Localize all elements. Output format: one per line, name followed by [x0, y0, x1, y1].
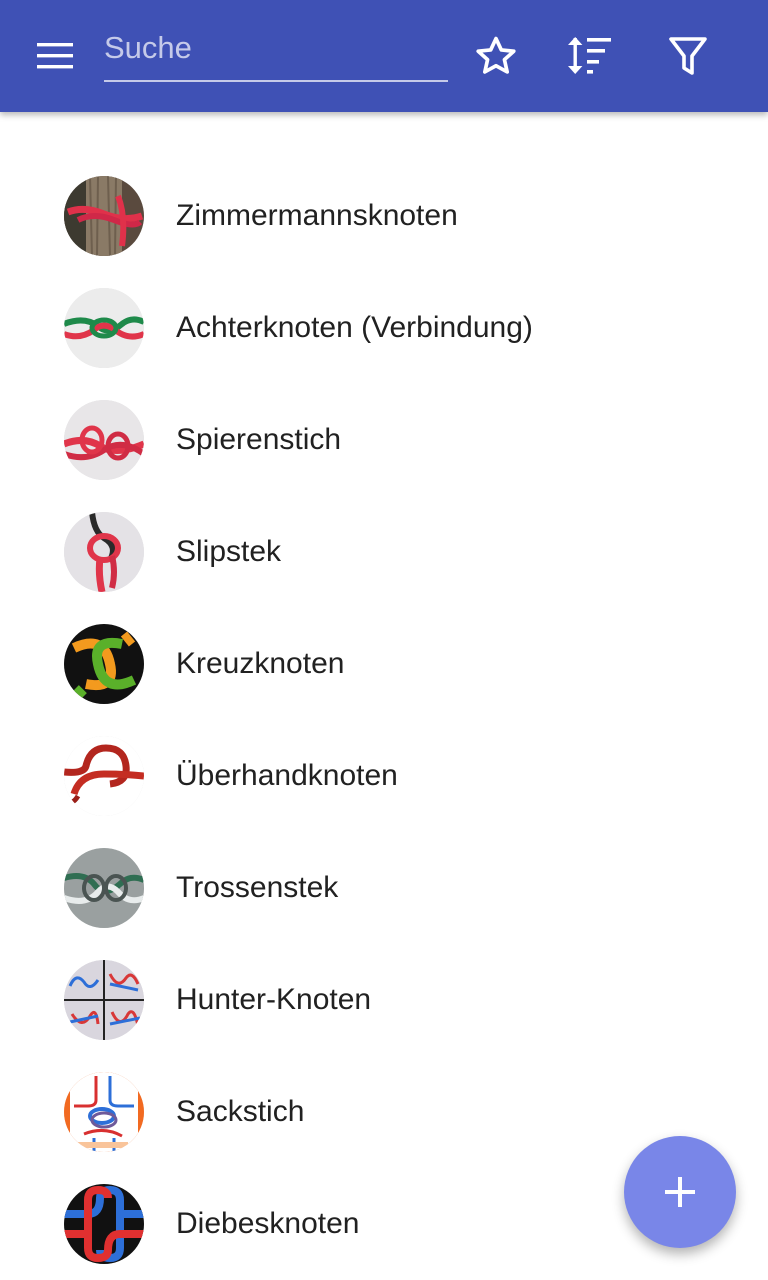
list-item[interactable]: Achterknoten (Verbindung): [0, 272, 768, 384]
knot-thumbnail: [64, 176, 144, 256]
add-knot-button[interactable]: [624, 1136, 736, 1248]
star-outline-icon: [476, 36, 516, 74]
hamburger-menu-icon: [37, 43, 73, 69]
menu-button[interactable]: [20, 28, 92, 84]
filter-icon: [669, 37, 707, 75]
knot-name: Achterknoten (Verbindung): [176, 311, 533, 344]
knot-thumbnail: [64, 512, 144, 592]
knot-name: Spierenstich: [176, 423, 342, 456]
filter-button[interactable]: [660, 28, 716, 84]
knot-thumbnail: [64, 288, 144, 368]
knot-thumbnail: [64, 848, 144, 928]
knot-list: Zimmermannsknoten Achterknoten (Verbindu…: [0, 160, 768, 1280]
list-item[interactable]: Zimmermannsknoten: [0, 160, 768, 272]
sort-button[interactable]: [563, 28, 619, 84]
knot-name: Überhandknoten: [176, 759, 398, 792]
favorites-button[interactable]: [468, 28, 524, 84]
knot-thumbnail: [64, 1184, 144, 1264]
search-input[interactable]: [104, 22, 448, 74]
list-item[interactable]: Slipstek: [0, 496, 768, 608]
sort-icon: [568, 37, 611, 74]
knot-name: Kreuzknoten: [176, 647, 345, 680]
list-item[interactable]: Kreuzknoten: [0, 608, 768, 720]
list-item[interactable]: Spierenstich: [0, 384, 768, 496]
knot-thumbnail: [64, 1072, 144, 1152]
plus-icon: [665, 1177, 695, 1207]
knot-name: Hunter-Knoten: [176, 983, 372, 1016]
search-field: [104, 22, 448, 82]
knot-name: Sackstich: [176, 1095, 305, 1128]
app-toolbar: [0, 0, 768, 112]
knot-name: Diebesknoten: [176, 1207, 360, 1240]
knot-name: Zimmermannsknoten: [176, 199, 458, 232]
knot-thumbnail: [64, 400, 144, 480]
knot-name: Slipstek: [176, 535, 282, 568]
knot-thumbnail: [64, 624, 144, 704]
list-item[interactable]: Hunter-Knoten: [0, 944, 768, 1056]
knot-thumbnail: [64, 736, 144, 816]
knot-thumbnail: [64, 960, 144, 1040]
app-screen: Zimmermannsknoten Achterknoten (Verbindu…: [0, 0, 768, 1280]
list-item[interactable]: Trossenstek: [0, 832, 768, 944]
list-item[interactable]: Überhandknoten: [0, 720, 768, 832]
knot-name: Trossenstek: [176, 871, 339, 904]
